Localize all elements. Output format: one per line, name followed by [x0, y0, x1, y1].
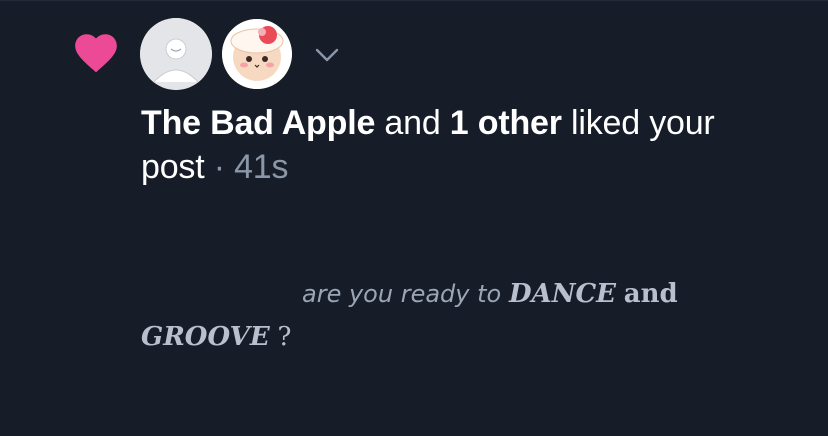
notification-text: The Bad Apple and 1 other liked your pos…	[141, 101, 821, 189]
chevron-down-icon[interactable]	[312, 40, 342, 70]
top-divider	[0, 0, 828, 1]
post-text-part: GROOVE	[141, 322, 270, 352]
post-text-part: and	[623, 279, 678, 309]
post-text-line-2: GROOVE ?	[141, 320, 291, 352]
actor-name[interactable]: The Bad Apple	[141, 104, 375, 142]
post-text-line-1: are you ready to DANCE and	[302, 277, 678, 309]
post-text-part: are you ready to	[302, 280, 502, 308]
heart-icon	[75, 34, 117, 73]
default-avatar[interactable]	[140, 18, 212, 90]
action-text: liked your	[571, 104, 715, 142]
connector-text: and	[384, 104, 441, 142]
liker-avatars	[140, 18, 342, 90]
post-text-part: ?	[277, 322, 292, 352]
others-link[interactable]: 1 other	[450, 104, 562, 142]
separator: ·	[213, 148, 225, 186]
timestamp: 41s	[234, 148, 289, 186]
action-text-cont: post	[141, 148, 205, 186]
user-avatar[interactable]	[222, 19, 292, 89]
default-user-icon	[140, 18, 212, 90]
anime-avatar-image	[222, 19, 292, 89]
post-text-part: DANCE	[508, 279, 616, 309]
